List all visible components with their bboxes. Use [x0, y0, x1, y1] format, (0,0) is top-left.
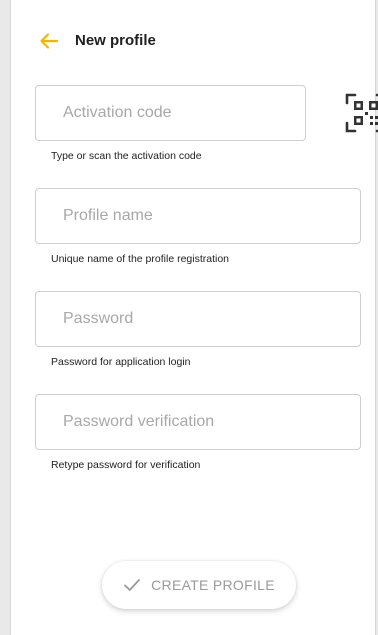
back-button[interactable]: [37, 29, 61, 53]
create-profile-button[interactable]: CREATE PROFILE: [102, 561, 296, 609]
activation-code-hint: Type or scan the activation code: [51, 150, 202, 162]
password-verification-group: Retype password for verification: [35, 394, 361, 471]
password-input[interactable]: [35, 291, 361, 347]
activation-code-group: Type or scan the activation code: [35, 85, 378, 162]
profile-name-group: Unique name of the profile registration: [35, 188, 361, 265]
password-group: Password for application login: [35, 291, 361, 368]
create-profile-label: CREATE PROFILE: [151, 577, 275, 593]
qr-code-icon: [345, 93, 378, 133]
page-title: New profile: [75, 32, 156, 49]
password-hint: Password for application login: [51, 356, 191, 368]
scan-qr-button[interactable]: [344, 91, 378, 135]
profile-name-hint: Unique name of the profile registration: [51, 253, 230, 265]
app-header: New profile: [11, 22, 375, 62]
new-profile-screen: New profile Activation code Type or scan…: [10, 0, 378, 635]
arrow-left-icon: [40, 33, 59, 49]
check-icon: [124, 579, 141, 591]
profile-name-input[interactable]: [35, 188, 361, 244]
activation-code-input[interactable]: [35, 85, 306, 141]
password-verification-hint: Retype password for verification: [51, 459, 201, 471]
password-verification-input[interactable]: [35, 394, 361, 450]
